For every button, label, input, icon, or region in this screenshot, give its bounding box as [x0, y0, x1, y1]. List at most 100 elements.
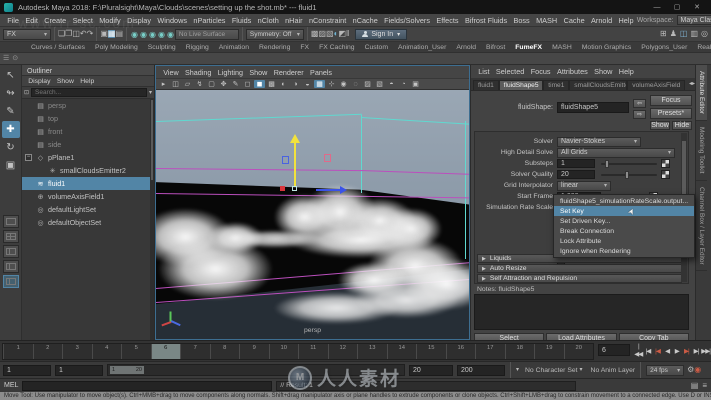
timeline-frame-1[interactable]: 1 [3, 344, 33, 359]
time-slider-track[interactable]: 1234567891011121314151617181920 [2, 343, 594, 360]
menu-ncache[interactable]: nCache [349, 16, 381, 25]
ctx-set-driven-key-item[interactable]: Set Driven Key... [554, 216, 694, 226]
ctx-lock-attribute-item[interactable]: Lock Attribute [554, 236, 694, 246]
step-forward-key-button[interactable]: ▶| [682, 347, 691, 355]
sidebar-tab-channel-box[interactable]: Channel Box / Layer Editor [696, 181, 707, 272]
shelf-gear-icon[interactable]: ⊙ [12, 55, 18, 62]
ae-menu-help[interactable]: Help [616, 67, 637, 76]
menu-effects[interactable]: Effects [433, 16, 462, 25]
timeline-frame-19[interactable]: 19 [534, 344, 564, 359]
outliner-item-pplane1[interactable]: −◇pPlane1 [22, 151, 150, 164]
shelf-tab-custom[interactable]: Custom [360, 44, 393, 51]
ae-menu-selected[interactable]: Selected [493, 67, 528, 76]
outliner-menu-display[interactable]: Display [25, 78, 54, 85]
playback-start-field[interactable]: 1 [55, 365, 103, 376]
viewport-menu-lighting[interactable]: Lighting [215, 68, 247, 77]
timeline-frame-2[interactable]: 2 [33, 344, 63, 359]
joints-xray-icon[interactable]: ▧ [374, 80, 385, 88]
select-camera-icon[interactable]: ▸ [158, 80, 169, 88]
texture-map-icon[interactable] [661, 159, 670, 168]
solver-quality-slider[interactable] [601, 174, 657, 176]
timeline-frame-14[interactable]: 14 [387, 344, 417, 359]
outliner-search-input[interactable] [31, 88, 147, 97]
sidebar-tab-modeling-toolkit[interactable]: Modeling Toolkit [696, 121, 707, 181]
manipulator-center-handle[interactable] [292, 186, 297, 191]
menu-fluids[interactable]: Fluids [229, 16, 255, 25]
menu-display[interactable]: Display [124, 16, 154, 25]
timeline-frame-20[interactable]: 20 [564, 344, 594, 359]
chevron-down-icon[interactable]: ▾ [149, 90, 152, 96]
shelf-menu-icon[interactable]: ☰ [3, 55, 9, 62]
focus-button[interactable]: Focus [650, 95, 692, 106]
outliner-item-defaultobjectset[interactable]: ◎defaultObjectSet [22, 216, 150, 229]
timeline-frame-18[interactable]: 18 [505, 344, 535, 359]
select-object-icon[interactable]: ▦ [108, 30, 116, 38]
layout-persp-outliner-button[interactable] [3, 275, 19, 288]
render-view-icon[interactable]: ▩ [311, 30, 319, 38]
filter-icon[interactable]: ⊡ [24, 90, 29, 96]
view-transform-icon[interactable]: ▣ [410, 80, 421, 88]
select-hierarchy-icon[interactable]: ▣ [100, 30, 108, 38]
render-settings-icon[interactable]: ▧ [326, 30, 334, 38]
manipulator-x-axis-handle[interactable] [280, 186, 285, 191]
exposure-icon[interactable]: ◓ [386, 81, 397, 88]
menu-edit[interactable]: Edit [22, 16, 41, 25]
ctx-break-connection-item[interactable]: Break Connection [554, 226, 694, 236]
wireframe-icon[interactable]: ◻ [242, 80, 253, 88]
menu-ncloth[interactable]: nCloth [254, 16, 281, 25]
timeline-frame-9[interactable]: 9 [239, 344, 269, 359]
shelf-tab-polygons-user[interactable]: Polygons_User [636, 44, 692, 51]
live-surface-field[interactable]: No Live Surface [175, 29, 239, 40]
snap-curve-icon[interactable]: ◉ [140, 30, 147, 39]
shelf-tab-curves-surfaces[interactable]: Curves / Surfaces [26, 44, 90, 51]
fps-selector[interactable]: 24 fps▾ [646, 365, 684, 376]
shelf-tab-sculpting[interactable]: Sculpting [143, 44, 181, 51]
sidebar-tab-attribute-editor[interactable]: Attribute Editor [696, 65, 707, 121]
timeline-frame-12[interactable]: 12 [328, 344, 358, 359]
ae-menu-list[interactable]: List [475, 67, 493, 76]
sign-in-button[interactable]: Sign In ▾ [355, 29, 407, 40]
timeline-frame-4[interactable]: 4 [92, 344, 122, 359]
snap-surface-icon[interactable]: ◉ [167, 30, 174, 39]
shelf-tab-fumefx[interactable]: FumeFX [510, 44, 547, 51]
go-to-end-button[interactable]: ▶▶| [701, 347, 710, 355]
isolate-select-icon[interactable]: ◌ [350, 81, 361, 88]
shelf-tab-arnold[interactable]: Arnold [451, 44, 481, 51]
shelf-tab-motion-graphics[interactable]: Motion Graphics [577, 44, 637, 51]
hide-button[interactable]: Hide [672, 121, 692, 130]
step-back-frame-button[interactable]: |◀ [644, 347, 653, 355]
texture-map-icon[interactable] [661, 170, 670, 179]
viewport-menu-renderer[interactable]: Renderer [271, 68, 307, 77]
motion-blur-icon[interactable]: ▦ [314, 80, 325, 88]
lock-camera-icon[interactable]: ◫ [170, 80, 181, 88]
solver-quality-field[interactable]: 20 [557, 170, 595, 179]
new-scene-icon[interactable]: ❏ [58, 30, 65, 38]
shadows-icon[interactable]: ◑ [290, 81, 301, 88]
shaded-icon[interactable]: ◼ [254, 80, 265, 88]
outliner-item-defaultlightset[interactable]: ◎defaultLightSet [22, 203, 150, 216]
auto-key-icon[interactable]: ◉ [694, 366, 701, 374]
ae-menu-attributes[interactable]: Attributes [554, 67, 591, 76]
grid-interpolator-dropdown[interactable]: linear▾ [557, 181, 611, 191]
animation-end-field[interactable]: 200 [457, 365, 505, 376]
section-auto-resize[interactable]: ▶Auto Resize [477, 264, 682, 273]
camera-attributes-icon[interactable]: ▱ [182, 80, 193, 88]
ae-tab-fluidshape5[interactable]: fluidShape5 [499, 80, 544, 90]
close-button[interactable]: ✕ [687, 1, 707, 13]
notes-textarea[interactable] [474, 294, 689, 330]
ae-tab-volumeaxisfield[interactable]: volumeAxisField [627, 80, 685, 90]
step-forward-frame-button[interactable]: ▶| [692, 347, 701, 355]
menu-boss[interactable]: Boss [510, 16, 533, 25]
save-scene-icon[interactable]: ◫ [72, 30, 80, 38]
command-history-icon[interactable]: ≡ [702, 382, 707, 390]
shelf-tab-animation[interactable]: Animation [214, 44, 254, 51]
shelf-tab-poly-modeling[interactable]: Poly Modeling [90, 44, 143, 51]
symmetry-selector[interactable]: Symmetry: Off▾ [246, 29, 304, 40]
shelf-tab-animation-user[interactable]: Animation_User [393, 44, 451, 51]
textured-icon[interactable]: ▩ [266, 80, 277, 88]
playback-end-field[interactable]: 20 [409, 365, 453, 376]
mel-input[interactable] [22, 381, 272, 391]
chevron-down-icon[interactable]: ▾ [516, 367, 519, 373]
scale-tool-icon[interactable]: ▣ [2, 157, 20, 174]
ctx-ignore-when-rendering-item[interactable]: Ignore when Rendering [554, 246, 694, 256]
